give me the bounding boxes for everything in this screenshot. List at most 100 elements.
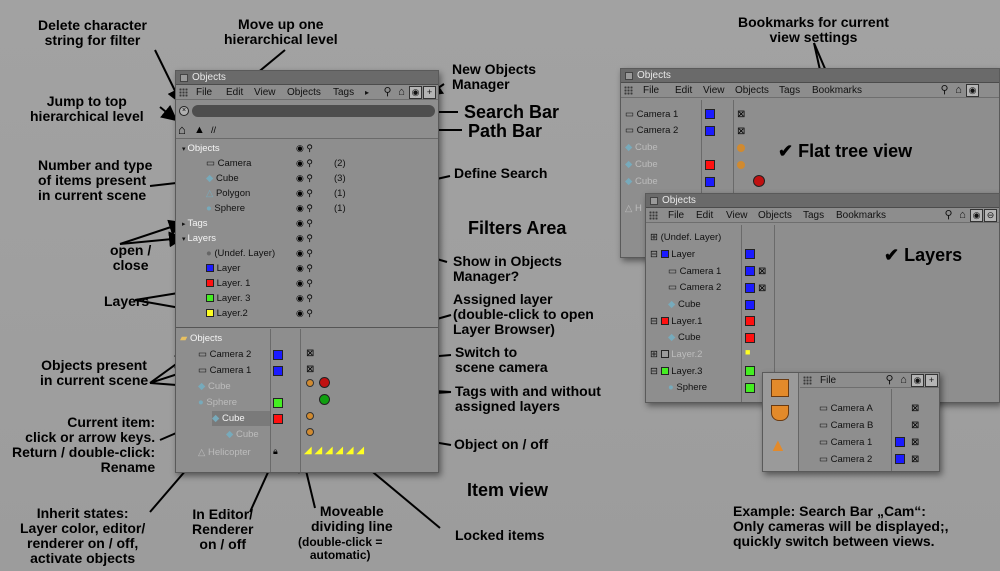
filter-sphere[interactable]: ● Sphere — [206, 201, 245, 216]
eye-icon[interactable]: ◉ — [970, 209, 983, 222]
filter-layer-2[interactable]: Layer.2 — [206, 306, 248, 321]
material-tag-icon[interactable] — [319, 394, 330, 405]
item-camera-1[interactable]: ▭ Camera 1 — [819, 435, 872, 450]
layer-row-layer-3[interactable]: ⊟ Layer.3 — [650, 364, 702, 379]
grip-icon[interactable] — [649, 211, 658, 220]
layer-swatch[interactable] — [273, 366, 283, 376]
filters-divider[interactable] — [176, 327, 438, 328]
layer-swatch[interactable] — [745, 283, 755, 293]
item-camera-2[interactable]: ▭ Camera 2 — [819, 452, 872, 467]
item-cube[interactable]: ◆ Cube — [668, 330, 701, 345]
menu-objects[interactable]: Objects — [758, 208, 792, 223]
item-camera-b[interactable]: ▭ Camera B — [819, 418, 873, 433]
layer-row-layer-2[interactable]: ⊞ Layer.2 — [650, 347, 702, 362]
item-cube[interactable]: ◆ Cube — [625, 174, 658, 189]
item-cube-child[interactable]: ◆ Cube — [226, 427, 259, 442]
item-sphere[interactable]: ● Sphere — [198, 395, 237, 410]
camera-tag-icon[interactable]: ⊠ — [306, 364, 314, 375]
layer-swatch[interactable] — [705, 177, 715, 187]
eye-icon[interactable]: ◉ ⚲ — [296, 291, 326, 306]
material-tag-icon[interactable] — [319, 377, 330, 388]
item-cube-current[interactable]: ◆ Cube — [212, 411, 270, 426]
menu-edit[interactable]: Edit — [696, 208, 713, 223]
menu-view[interactable]: View — [726, 208, 748, 223]
layer-swatch[interactable] — [895, 437, 905, 447]
eye-icon[interactable]: ◉ ⚲ — [296, 231, 326, 246]
menu-tags[interactable]: Tags — [779, 83, 800, 98]
eye-icon[interactable]: ◉ ⚲ — [296, 201, 326, 216]
camera-tag-icon[interactable]: ⊠ — [911, 403, 919, 414]
layer-swatch[interactable] — [273, 350, 283, 360]
material-tag-icon[interactable] — [737, 144, 745, 152]
home-icon[interactable]: ⌂ — [956, 209, 969, 222]
camera-tag-icon[interactable]: ⊠ — [758, 283, 766, 294]
bookmark-cup-icon[interactable] — [771, 405, 789, 421]
window-close-box[interactable] — [180, 74, 188, 82]
item-camera-1[interactable]: ▭ Camera 1 — [198, 363, 251, 378]
home-icon[interactable]: ⌂ — [897, 374, 910, 387]
filter-undef-layer[interactable]: ● (Undef. Layer) — [206, 246, 275, 261]
home-icon[interactable]: ⌂ — [952, 84, 965, 97]
eye-icon[interactable]: ◉ ⚲ — [296, 141, 326, 156]
camera-tag-icon[interactable]: ⊠ — [911, 437, 919, 448]
column-divider-2[interactable] — [300, 329, 301, 472]
eye-icon[interactable]: ◉ ⚲ — [296, 156, 326, 171]
layer-row-layer-1[interactable]: ⊟ Layer.1 — [650, 314, 702, 329]
filter-layer-3[interactable]: Layer. 3 — [206, 291, 250, 306]
layer-swatch[interactable] — [273, 414, 283, 424]
layer-swatch[interactable] — [705, 126, 715, 136]
eye-icon[interactable]: ◉ ⚲ — [296, 276, 326, 291]
layer-row-layer[interactable]: ⊟ Layer — [650, 247, 695, 262]
menu-tags[interactable]: Tags — [333, 85, 354, 100]
search-icon[interactable]: ⚲ — [938, 84, 951, 97]
eye-icon[interactable]: ◉ ⚲ — [296, 186, 326, 201]
eye-icon[interactable]: ◉ — [966, 84, 979, 97]
item-helicopter[interactable]: △ Helicopter — [198, 445, 251, 460]
menu-file[interactable]: File — [196, 85, 212, 100]
item-camera-1[interactable]: ▭ Camera 1 — [668, 264, 721, 279]
search-icon[interactable]: ⚲ — [883, 374, 896, 387]
layer-swatch[interactable] — [745, 383, 755, 393]
bookmark-cube-icon[interactable] — [771, 379, 789, 397]
eye-icon[interactable]: ◉ ⚲ — [296, 216, 326, 231]
menu-edit[interactable]: Edit — [675, 83, 692, 98]
eye-icon[interactable]: ◉ ⚲ — [296, 246, 326, 261]
layer-swatch[interactable] — [745, 300, 755, 310]
material-tag-icon[interactable] — [306, 379, 314, 387]
eye-icon[interactable]: ◉ — [409, 86, 422, 99]
camera-tag-icon[interactable]: ⊠ — [911, 454, 919, 465]
search-icon[interactable]: ⚲ — [381, 86, 394, 99]
home-icon[interactable]: ⌂ — [395, 86, 408, 99]
menu-objects[interactable]: Objects — [287, 85, 321, 100]
material-tag-icon[interactable] — [306, 428, 314, 436]
grip-icon[interactable] — [179, 88, 188, 97]
item-objects-root[interactable]: ▰ Objects — [180, 331, 222, 346]
menu-file[interactable]: File — [643, 83, 659, 98]
eye-icon[interactable]: ◉ ⚲ — [296, 306, 326, 321]
menu-file[interactable]: File — [668, 208, 684, 223]
home-top-icon[interactable]: ⌂ — [178, 122, 186, 138]
menu-view[interactable]: View — [254, 85, 276, 100]
item-cube[interactable]: ◆ Cube — [625, 157, 658, 172]
camera-tag-icon[interactable]: ⊠ — [911, 420, 919, 431]
item-helicopter[interactable]: △ H — [625, 201, 642, 216]
lock-icon[interactable]: 🔒︎ — [273, 446, 278, 457]
menu-bookmarks[interactable]: Bookmarks — [836, 208, 886, 223]
item-cube[interactable]: ◆ Cube — [625, 140, 658, 155]
menu-more-icon[interactable]: ▸ — [365, 85, 369, 100]
layer-swatch[interactable] — [745, 366, 755, 376]
layer-row-undef[interactable]: ⊞ (Undef. Layer) — [650, 230, 721, 245]
filter-polygon[interactable]: △ Polygon — [206, 186, 250, 201]
material-tag-icon[interactable] — [753, 175, 765, 187]
new-manager-icon[interactable]: ⊖ — [984, 209, 997, 222]
filter-layers[interactable]: ▾ Layers — [182, 231, 216, 247]
layer-swatch[interactable] — [745, 266, 755, 276]
menu-view[interactable]: View — [703, 83, 725, 98]
item-cube[interactable]: ◆ Cube — [198, 379, 231, 394]
layer-swatch[interactable] — [895, 454, 905, 464]
item-camera-a[interactable]: ▭ Camera A — [819, 401, 873, 416]
menu-bookmarks[interactable]: Bookmarks — [812, 83, 862, 98]
filter-objects[interactable]: ▾ Objects — [182, 141, 220, 157]
layer-swatch[interactable] — [705, 160, 715, 170]
menu-file[interactable]: File — [820, 373, 836, 388]
